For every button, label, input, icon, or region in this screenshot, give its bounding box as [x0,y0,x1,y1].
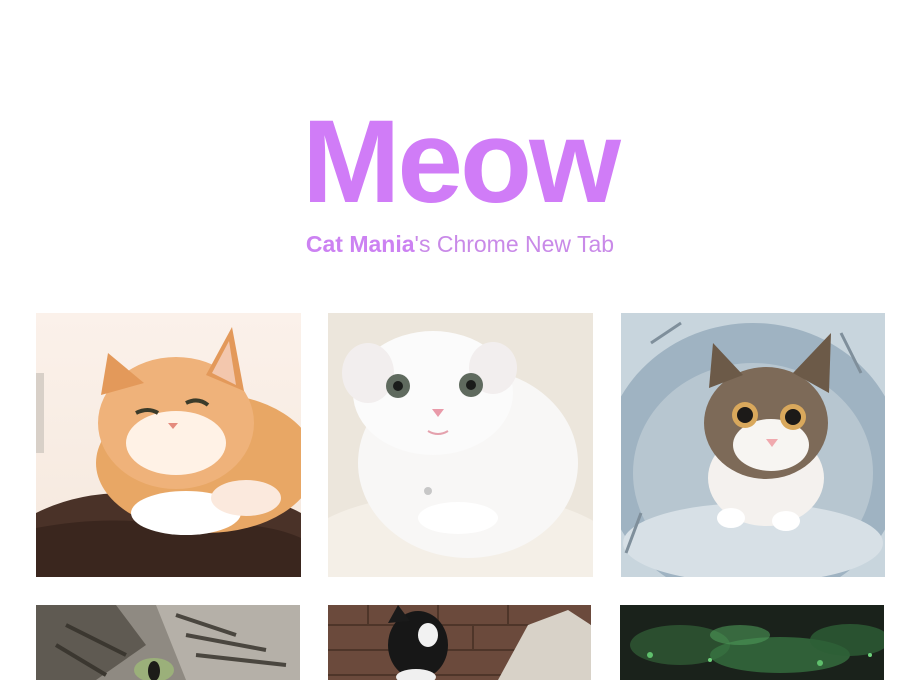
cat-photo-tunnel-kitten [621,313,885,577]
cat-photo-green-dark [620,605,884,680]
cat-photo-tile[interactable] [621,313,885,577]
new-tab-page: Meow Cat Mania's Chrome New Tab [0,0,920,680]
cat-photo-tile[interactable] [328,605,591,680]
cat-photo-black-white-cat [328,605,591,680]
cat-photo-tile[interactable] [36,313,301,577]
subtitle-brand: Cat Mania [305,231,415,257]
subtitle-rest: 's Chrome New Tab [414,231,615,257]
cat-photo-tile[interactable] [620,605,884,680]
cat-photo-tile[interactable] [36,605,300,680]
page-subtitle: Cat Mania's Chrome New Tab [0,228,920,260]
cat-photo-grey-tabby [36,605,300,680]
cat-photo-white-kitten [328,313,593,577]
cat-photo-orange-tabby [36,313,301,577]
cat-photo-tile[interactable] [328,313,593,577]
page-title: Meow [302,96,621,228]
